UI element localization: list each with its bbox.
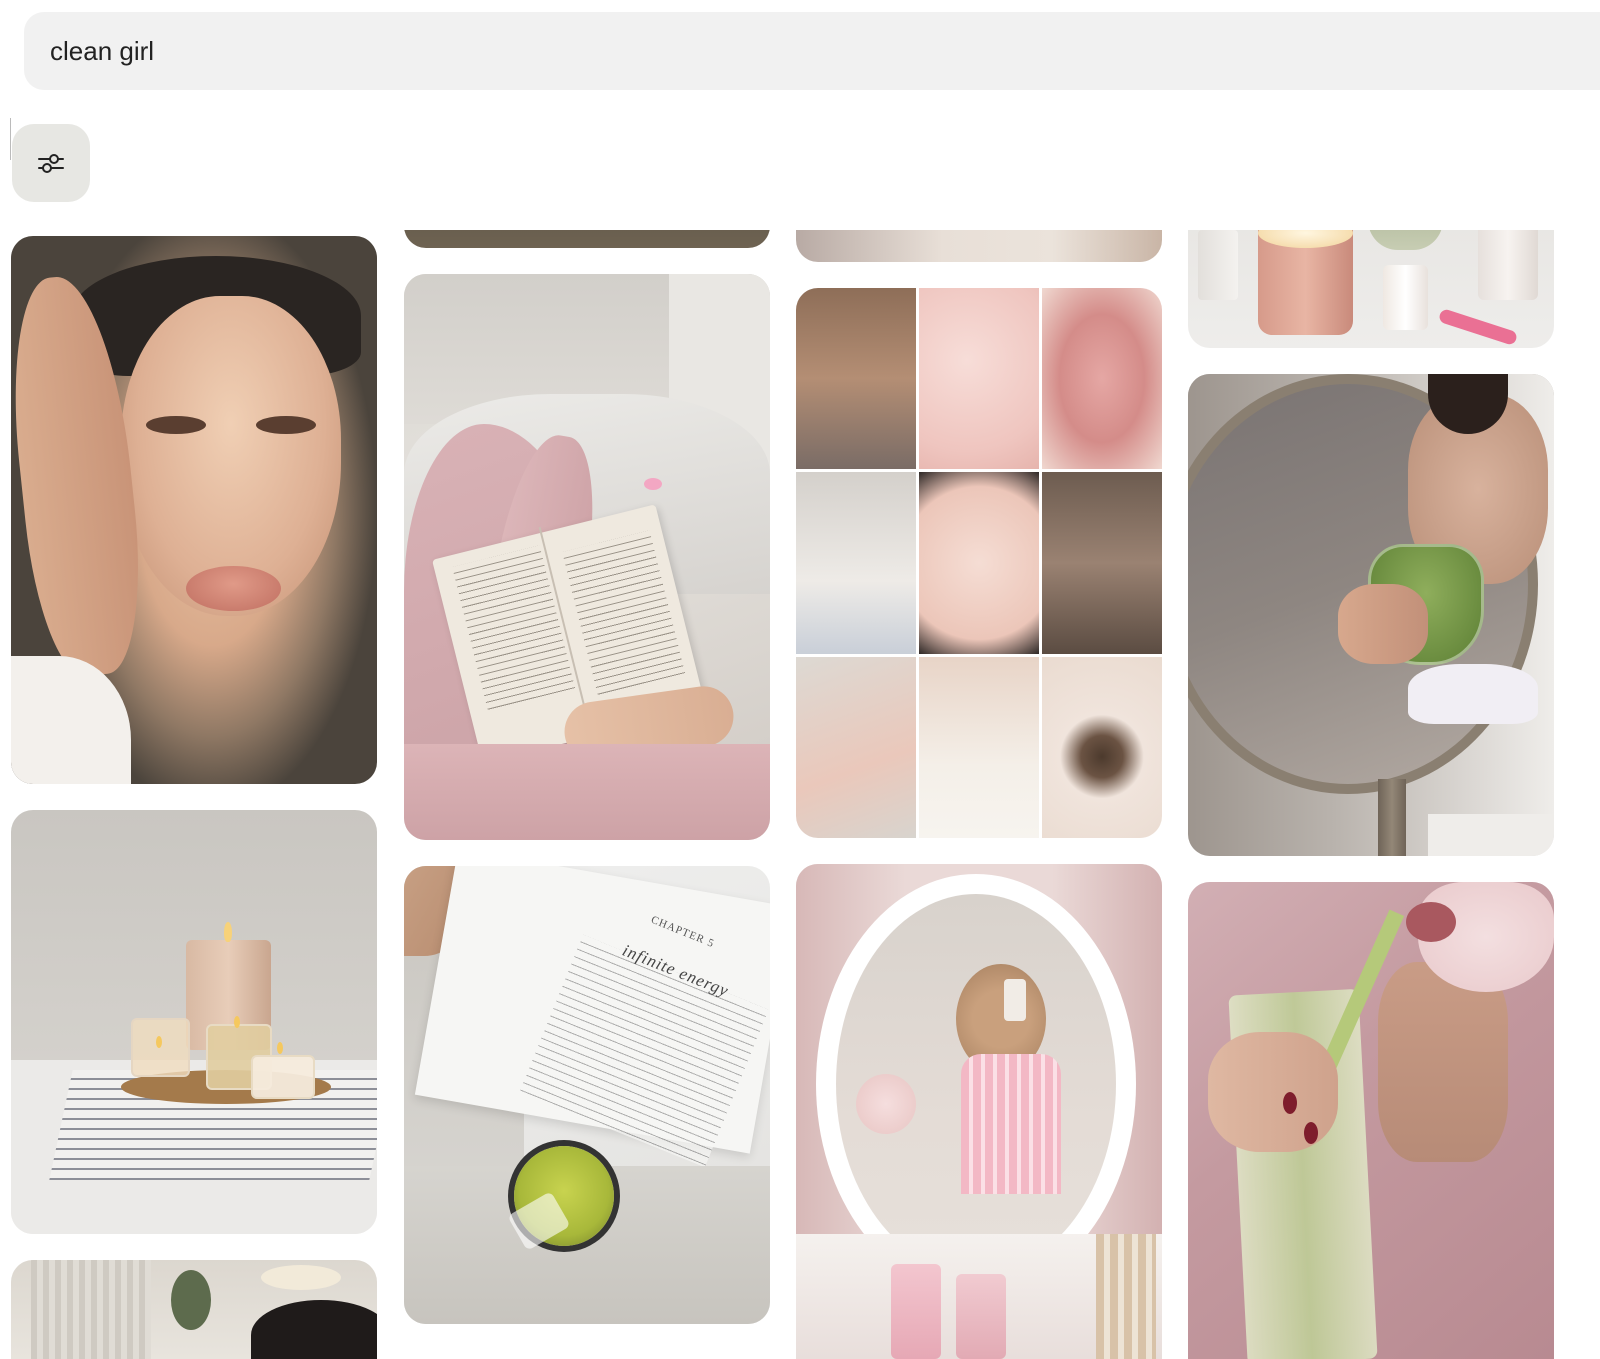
pin-robe-iced-matcha[interactable] xyxy=(1188,882,1554,1359)
search-input[interactable] xyxy=(24,12,1600,90)
filter-button[interactable] xyxy=(12,124,90,202)
pin-mirror-green-drink[interactable] xyxy=(1188,374,1554,856)
pin-glowing-skin-portrait[interactable] xyxy=(11,236,377,784)
pin-bottom-partial[interactable] xyxy=(11,1260,377,1359)
search-header xyxy=(0,0,1600,230)
page: CHAPTER 5 infinite energy xyxy=(0,0,1600,1359)
pin-book-and-matcha[interactable]: CHAPTER 5 infinite energy xyxy=(404,866,770,1324)
pin-reading-in-bed[interactable] xyxy=(404,274,770,840)
sliders-icon xyxy=(37,151,65,175)
pin-mirror-selfie-pink[interactable] xyxy=(796,864,1162,1359)
divider xyxy=(10,118,11,160)
pin-beauty-collage[interactable] xyxy=(796,288,1162,838)
pin-candles-on-magazines[interactable] xyxy=(11,810,377,1234)
